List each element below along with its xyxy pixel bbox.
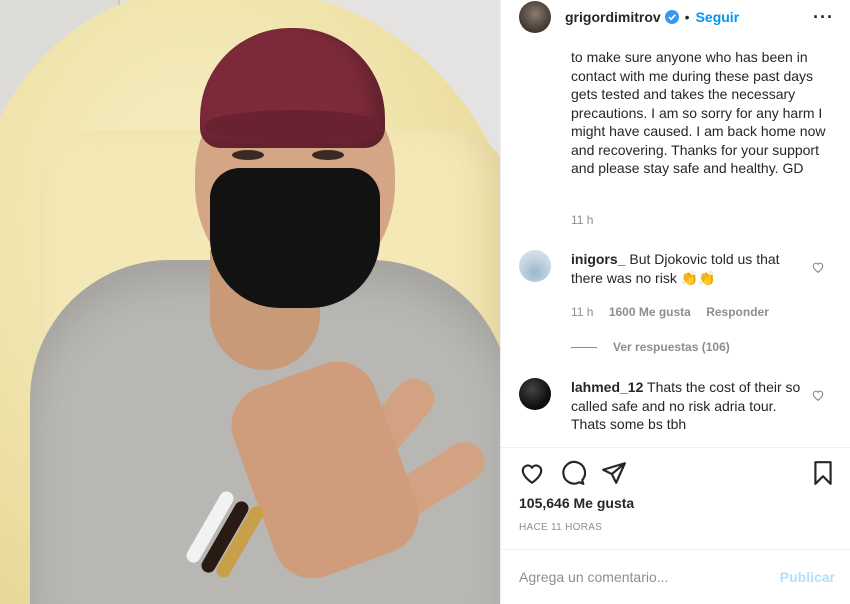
likes-count[interactable]: 105,646 Me gusta bbox=[519, 495, 634, 511]
comment-meta: 11 h 1600 Me gusta Responder bbox=[571, 305, 781, 319]
cap-brim bbox=[205, 110, 383, 140]
follow-button[interactable]: Seguir bbox=[696, 9, 740, 25]
commenter-avatar[interactable] bbox=[519, 378, 551, 410]
post-actions-bar bbox=[501, 447, 850, 497]
save-bookmark-icon[interactable] bbox=[810, 460, 836, 486]
comment-composer: Publicar bbox=[501, 549, 850, 604]
comment-likes[interactable]: 1600 Me gusta bbox=[609, 305, 691, 319]
add-comment-input[interactable] bbox=[519, 569, 780, 585]
like-heart-icon[interactable] bbox=[519, 460, 545, 486]
verified-badge-icon bbox=[664, 10, 679, 24]
commenter-username[interactable]: inigors_ bbox=[571, 251, 625, 267]
share-paper-plane-icon[interactable] bbox=[601, 460, 627, 486]
post-sidebar: grigordimitrov • Seguir ··· to make sure… bbox=[500, 0, 850, 604]
commenter-avatar[interactable] bbox=[519, 250, 551, 282]
comment-like-heart-icon[interactable] bbox=[811, 260, 825, 274]
view-replies-label: Ver respuestas (106) bbox=[613, 340, 730, 354]
reply-button[interactable]: Responder bbox=[706, 305, 769, 319]
view-replies-button[interactable]: Ver respuestas (106) bbox=[571, 340, 730, 354]
post-caption: to make sure anyone who has been in cont… bbox=[571, 49, 826, 176]
commenter-username[interactable]: lahmed_12 bbox=[571, 379, 643, 395]
publish-button[interactable]: Publicar bbox=[780, 569, 835, 585]
comment-like-heart-icon[interactable] bbox=[811, 388, 825, 402]
face-mask bbox=[210, 168, 380, 308]
author-avatar[interactable] bbox=[519, 1, 551, 33]
post-photo[interactable] bbox=[0, 0, 500, 604]
caption-timestamp[interactable]: 11 h bbox=[571, 213, 593, 227]
separator-dot: • bbox=[684, 9, 690, 25]
author-username[interactable]: grigordimitrov bbox=[565, 9, 661, 25]
left-eye bbox=[232, 150, 264, 160]
more-options-icon[interactable]: ··· bbox=[813, 8, 834, 26]
right-eye bbox=[312, 150, 344, 160]
comment-text: inigors_ But Djokovic told us that there… bbox=[571, 250, 801, 287]
comment-time[interactable]: 11 h bbox=[571, 305, 593, 319]
replies-divider bbox=[571, 346, 597, 348]
comments-list[interactable]: to make sure anyone who has been in cont… bbox=[501, 42, 850, 446]
comment-bubble-icon[interactable] bbox=[560, 460, 586, 486]
post-timestamp[interactable]: HACE 11 HORAS bbox=[519, 522, 602, 533]
comment-text: lahmed_12 Thats the cost of their so cal… bbox=[571, 378, 801, 434]
post-header: grigordimitrov • Seguir ··· bbox=[501, 0, 850, 34]
